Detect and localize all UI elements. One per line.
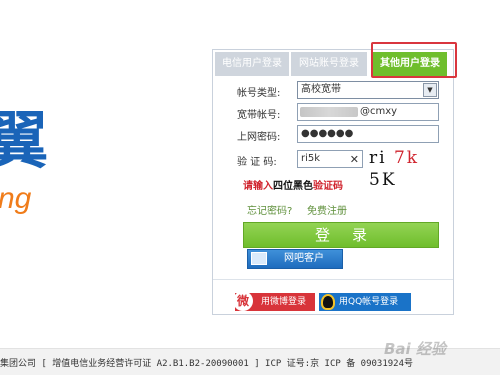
login-button[interactable]: 登录 (243, 222, 439, 248)
hint-part-1: 请输入 (243, 181, 273, 192)
monitor-icon (251, 252, 267, 265)
captcha-input[interactable]: ri5k ✕ (297, 150, 363, 168)
account-suffix: @cmxy (360, 106, 398, 117)
hint-part-2: 四位 (273, 181, 293, 192)
tab-website-login[interactable]: 网站账号登录 (291, 52, 367, 76)
captcha-image-text-3: 5K (369, 170, 397, 190)
divider (213, 279, 453, 280)
annotation-highlight-box (371, 42, 457, 78)
captcha-image-text-1: ri (369, 148, 387, 168)
weibo-icon: 微 (233, 291, 253, 311)
password-value: ●●●●●● (301, 128, 354, 139)
broadband-account-label: 宽带帐号: (237, 110, 281, 121)
login-panel: 电信用户登录 网站账号登录 其他用户登录 帐号类型: 高校宽带 ▼ 宽带帐号: … (212, 49, 454, 315)
captcha-label: 验 证 码: (237, 157, 277, 168)
hint-part-3: 黑色 (293, 181, 313, 192)
netbar-client-button[interactable]: 网吧客户 (247, 249, 343, 269)
qq-login-label: 用QQ帐号登录 (339, 297, 399, 307)
netbar-client-label: 网吧客户 (284, 253, 324, 264)
account-type-select[interactable]: 高校宽带 ▼ (297, 81, 439, 99)
blurred-account-text (300, 107, 358, 117)
password-label: 上网密码: (237, 132, 281, 143)
chevron-down-icon[interactable]: ▼ (423, 83, 437, 97)
captcha-image[interactable]: ri 7k 5K (369, 147, 439, 190)
tab-telecom-login[interactable]: 电信用户登录 (215, 52, 289, 76)
forgot-password-link[interactable]: 忘记密码? (247, 202, 292, 217)
clear-icon[interactable]: ✕ (350, 152, 359, 168)
free-register-link[interactable]: 免费注册 (307, 202, 347, 217)
password-input[interactable]: ●●●●●● (297, 125, 439, 143)
broadband-account-input[interactable]: @cmxy (297, 103, 439, 121)
brand-logo-text: ng (0, 182, 32, 215)
captcha-image-text-2: 7k (393, 148, 420, 168)
account-type-label: 帐号类型: (237, 88, 281, 99)
qq-login-button[interactable]: 用QQ帐号登录 (319, 293, 411, 311)
password-row: 上网密码: ●●●●●● (213, 125, 453, 145)
footer-license-text: 集团公司 [ 增值电信业务经营许可证 A2.B1.B2-20090001 ] I… (0, 359, 413, 369)
account-type-value: 高校宽带 (301, 84, 341, 95)
captcha-value: ri5k (301, 153, 321, 164)
qq-penguin-icon (321, 294, 335, 310)
weibo-login-label: 用微博登录 (261, 297, 307, 307)
brand-logo-char: 翼 (0, 104, 49, 177)
captcha-row: 验 证 码: ri5k ✕ ri 7k 5K (213, 147, 453, 190)
account-type-row: 帐号类型: 高校宽带 ▼ (213, 81, 453, 101)
captcha-hint: 请输入四位黑色验证码 (243, 177, 343, 192)
broadband-account-row: 宽带帐号: @cmxy (213, 103, 453, 123)
hint-part-4: 验证码 (313, 181, 343, 192)
weibo-login-button[interactable]: 微 用微博登录 (233, 291, 315, 311)
watermark: Bai 经验 (384, 340, 446, 358)
